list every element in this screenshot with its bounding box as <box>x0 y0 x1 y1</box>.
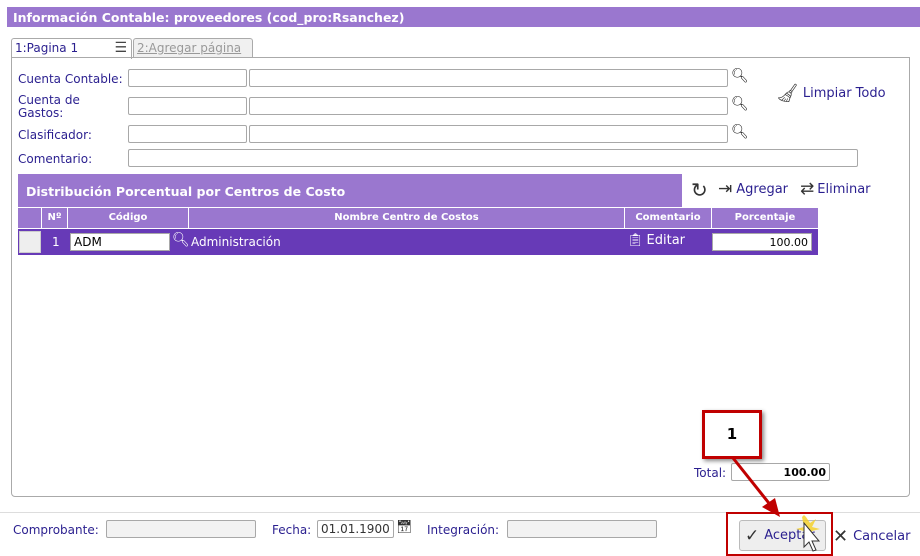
cuenta-contable-label: Cuenta Contable: <box>18 72 123 86</box>
calendar-icon[interactable]: 📅︎ <box>396 520 413 535</box>
form-panel <box>11 57 910 497</box>
close-icon: ✕ <box>833 526 849 547</box>
search-icon[interactable]: 🔍︎ <box>731 124 749 140</box>
limpiar-todo-label: Limpiar Todo <box>802 86 886 101</box>
cancelar-label: Cancelar <box>853 529 911 544</box>
remove-row-icon: ⇄ <box>800 179 815 199</box>
window-title: Información Contable: proveedores (cod_p… <box>7 7 920 27</box>
clasificador-name-input[interactable] <box>249 125 728 143</box>
integracion-input[interactable] <box>507 520 657 538</box>
cuenta-gastos-name-input[interactable] <box>249 97 728 115</box>
cuenta-gastos-label: Cuenta de Gastos: <box>18 93 80 120</box>
cursor-icon <box>796 515 821 552</box>
broom-icon: 🧹︎ <box>776 83 799 104</box>
row-select-checkbox[interactable] <box>19 231 41 253</box>
col-n: Nº <box>42 208 68 228</box>
centro-nombre: Administración <box>191 235 281 249</box>
search-icon[interactable]: 🔍︎ <box>731 96 749 112</box>
codigo-input[interactable] <box>70 233 170 251</box>
tab-agregar-pagina[interactable]: 2:Agregar página <box>133 38 253 58</box>
comentario-input[interactable] <box>128 149 858 167</box>
cuenta-contable-code-input[interactable] <box>128 69 247 87</box>
refresh-icon[interactable]: ↻ <box>691 178 708 202</box>
tab-pagina-1[interactable]: 1:Pagina 1 ☰ <box>11 38 132 59</box>
clipboard-icon: 📋︎ <box>627 233 644 248</box>
search-icon[interactable]: 🔍︎ <box>731 68 749 84</box>
agregar-label: Agregar <box>736 181 789 197</box>
editar-button[interactable]: 📋︎ Editar <box>627 233 685 248</box>
search-icon[interactable]: 🔍︎ <box>172 232 190 248</box>
annotation-step-label: 1 <box>702 410 762 459</box>
porcentaje-input[interactable] <box>712 233 812 251</box>
comprobante-label: Comprobante: <box>13 523 99 537</box>
fecha-input[interactable] <box>317 520 394 538</box>
cuenta-gastos-code-input[interactable] <box>128 97 247 115</box>
agregar-button[interactable]: ⇥ Agregar <box>718 179 788 199</box>
add-row-icon: ⇥ <box>718 179 733 199</box>
row-number: 1 <box>52 235 60 249</box>
eliminar-button[interactable]: ⇄ Eliminar <box>800 179 871 199</box>
cancelar-button[interactable]: ✕ Cancelar <box>833 526 910 547</box>
table-row[interactable]: 1 🔍︎ Administración 📋︎Editar <box>18 229 818 255</box>
col-codigo[interactable]: Código <box>68 208 189 228</box>
comentario-label: Comentario: <box>18 152 93 166</box>
annotation-arrow-icon <box>731 457 780 517</box>
limpiar-todo-button[interactable]: 🧹︎ Limpiar Todo <box>776 83 886 104</box>
editar-label: Editar <box>646 233 686 248</box>
clasificador-code-input[interactable] <box>128 125 247 143</box>
fecha-label: Fecha: <box>272 523 312 537</box>
section-title: Distribución Porcentual por Centros de C… <box>18 174 682 207</box>
col-select <box>18 208 42 228</box>
menu-icon[interactable]: ☰ <box>114 40 127 56</box>
integracion-label: Integración: <box>427 523 500 537</box>
col-nombre[interactable]: Nombre Centro de Costos <box>189 208 625 228</box>
eliminar-label: Eliminar <box>817 181 871 197</box>
col-porcentaje[interactable]: Porcentaje <box>712 208 818 228</box>
cuenta-contable-name-input[interactable] <box>249 69 728 87</box>
col-comentario[interactable]: Comentario <box>625 208 712 228</box>
comprobante-input[interactable] <box>106 520 256 538</box>
tab-label: 1:Pagina 1 <box>15 41 79 55</box>
clasificador-label: Clasificador: <box>18 128 92 142</box>
